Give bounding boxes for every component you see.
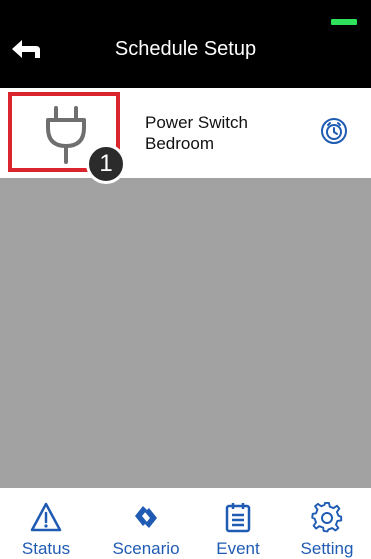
calendar-list-icon	[225, 503, 251, 533]
header-bar: Schedule Setup	[0, 0, 371, 88]
callout-badge: 1	[86, 144, 126, 184]
gear-icon	[311, 501, 343, 533]
nav-label-scenario: Scenario	[112, 539, 180, 558]
bottom-nav: Status Scenario Event Setting	[0, 488, 371, 559]
schedule-list: 1 Power Switch Bedroom	[0, 88, 371, 488]
device-row-power-switch[interactable]: 1 Power Switch Bedroom	[0, 88, 371, 184]
app-screen: Schedule Setup 1 Power Switch Bedroom St…	[0, 0, 371, 559]
device-room-label: Bedroom	[145, 134, 214, 153]
nav-item-scenario[interactable]: Scenario	[100, 488, 192, 559]
alarm-clock-icon	[321, 118, 347, 144]
page-title: Schedule Setup	[114, 38, 257, 60]
device-type-label: Power Switch	[145, 113, 248, 132]
battery-indicator	[331, 19, 357, 25]
nav-label-setting: Setting	[300, 539, 354, 558]
power-plug-icon	[46, 106, 86, 164]
nav-label-event: Event	[216, 539, 260, 558]
scenario-icon	[135, 506, 157, 528]
nav-item-setting[interactable]: Setting	[288, 488, 366, 559]
device-name: Power Switch Bedroom	[145, 112, 248, 154]
warning-triangle-icon	[30, 502, 62, 532]
nav-item-event[interactable]: Event	[206, 488, 270, 559]
schedule-alarm-button[interactable]	[320, 117, 348, 145]
nav-item-status[interactable]: Status	[12, 488, 80, 559]
nav-label-status: Status	[21, 539, 71, 558]
